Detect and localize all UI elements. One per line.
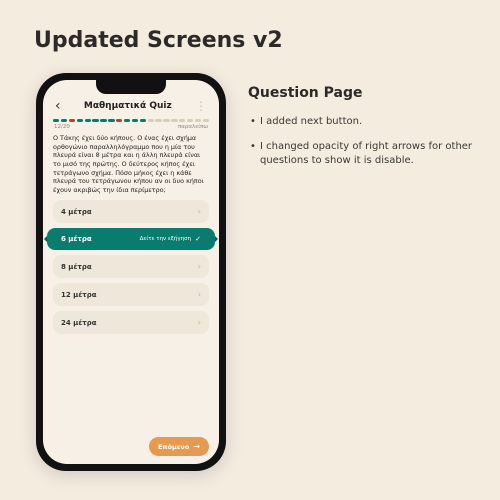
progress-bar [53,119,209,122]
option-label: 6 μέτρα [61,235,92,243]
quiz-screen: ‹ Μαθηματικά Quiz ⋮ 12/20 παραλείπω Ο Τά… [43,80,219,464]
bullet-item: I changed opacity of right arrows for ot… [248,140,478,169]
back-icon[interactable]: ‹ [55,98,61,114]
option-label: 4 μέτρα [61,208,92,216]
chevron-right-icon: › [198,262,201,271]
option-4[interactable]: 12 μέτρα › [53,283,209,306]
bullet-item: I added next button. [248,115,478,130]
chevron-right-icon: › [198,207,201,216]
arrow-right-icon: → [193,442,200,451]
phone-notch [96,80,166,94]
option-3[interactable]: 8 μέτρα › [53,255,209,278]
option-label: 24 μέτρα [61,319,97,327]
chevron-right-icon: › [198,318,201,327]
menu-icon[interactable]: ⋮ [195,99,207,113]
option-label: 12 μέτρα [61,291,97,299]
option-label: 8 μέτρα [61,263,92,271]
skip-link[interactable]: παραλείπω [178,124,208,130]
annotations: Question Page I added next button. I cha… [248,73,478,471]
chevron-right-icon: › [198,290,201,299]
explain-link[interactable]: Δείτε την εξήγηση [140,236,192,242]
phone-mockup: ‹ Μαθηματικά Quiz ⋮ 12/20 παραλείπω Ο Τά… [36,73,226,471]
check-icon: ✓ [195,235,201,243]
option-5[interactable]: 24 μέτρα › [53,311,209,334]
options-list: 4 μέτρα › 6 μέτρα Δείτε την εξήγηση ✓ 8 … [53,200,209,431]
page-title: Updated Screens v2 [0,0,500,53]
question-counter: 12/20 [54,124,70,130]
question-text: Ο Τάκης έχει δύο κήπους. Ο ένας έχει σχή… [53,134,209,194]
next-button[interactable]: Επόμενο → [149,437,209,456]
option-1[interactable]: 4 μέτρα › [53,200,209,223]
option-2-selected[interactable]: 6 μέτρα Δείτε την εξήγηση ✓ [47,228,215,250]
quiz-title: Μαθηματικά Quiz [84,101,172,111]
next-label: Επόμενο [158,443,189,451]
section-title: Question Page [248,85,478,101]
